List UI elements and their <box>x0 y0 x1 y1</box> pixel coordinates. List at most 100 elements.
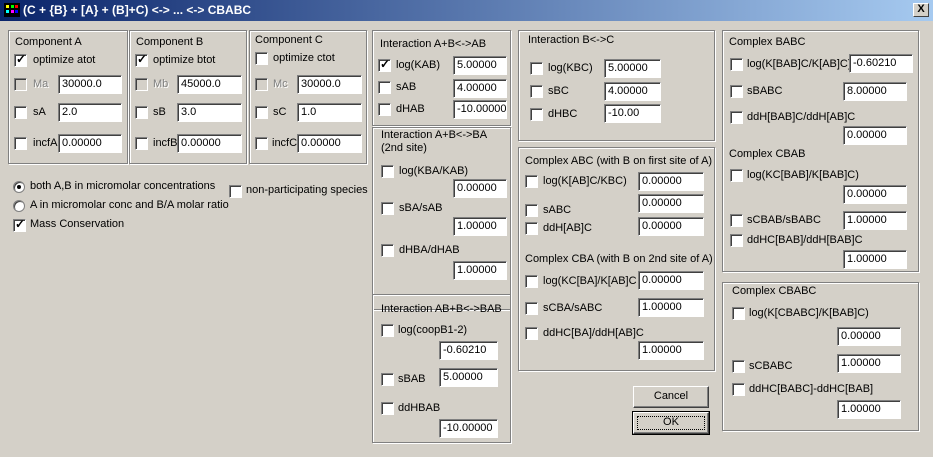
dhab-checkbox[interactable] <box>378 103 391 116</box>
logkab-input[interactable]: 5.00000 <box>453 56 507 75</box>
sabc-input[interactable]: 0.00000 <box>638 194 704 213</box>
complex-cbabc-title: Complex CBABC <box>732 285 817 297</box>
sbc-input[interactable]: 4.00000 <box>604 82 661 101</box>
coopb-input[interactable]: -0.60210 <box>439 341 498 360</box>
sbc-checkbox[interactable] <box>530 85 543 98</box>
sb-checkbox[interactable] <box>135 106 148 119</box>
molar-ratio-radio[interactable] <box>13 200 25 212</box>
sab-label: sAB <box>396 81 417 93</box>
ddhbabc-input[interactable]: 0.00000 <box>843 126 907 145</box>
incfb-input[interactable]: 0.00000 <box>177 134 242 153</box>
sba-label: sBA/sAB <box>399 202 443 214</box>
optimize-atot-checkbox[interactable] <box>14 52 27 67</box>
optimize-btot-checkbox[interactable] <box>135 52 148 67</box>
mc-checkbox[interactable] <box>255 78 268 91</box>
sbabc-checkbox[interactable] <box>730 85 743 98</box>
dhbc-input[interactable]: -10.00 <box>604 104 661 123</box>
ddhabc-checkbox[interactable] <box>525 222 538 235</box>
sb-label: sB <box>153 106 166 118</box>
logkcba-checkbox[interactable] <box>525 275 538 288</box>
scbabc-input[interactable]: 1.00000 <box>837 354 901 373</box>
logkcbab-input[interactable]: 0.00000 <box>843 185 907 204</box>
sba-checkbox[interactable] <box>381 202 394 215</box>
mass-conservation-checkbox[interactable] <box>13 217 26 232</box>
dhbc-checkbox[interactable] <box>530 108 543 121</box>
both-micromolar-radio[interactable] <box>13 181 25 193</box>
optimize-ctot-checkbox[interactable] <box>255 52 268 65</box>
complex-cbab-title: Complex CBAB <box>729 148 806 160</box>
ddhcbab-checkbox[interactable] <box>730 234 743 247</box>
logkbc-checkbox[interactable] <box>530 62 543 75</box>
logkcbab-checkbox[interactable] <box>730 169 743 182</box>
scbab-checkbox[interactable] <box>730 214 743 227</box>
logkbabc-label: log(K[BAB]C/K[AB]C) <box>747 58 852 70</box>
incfa-checkbox[interactable] <box>14 137 27 150</box>
mb-input[interactable]: 45000.0 <box>177 75 242 94</box>
cancel-button[interactable]: Cancel <box>633 386 709 408</box>
ddhabc-input[interactable]: 0.00000 <box>638 217 704 236</box>
dhba-input[interactable]: 1.00000 <box>453 261 507 280</box>
logkba-input[interactable]: 0.00000 <box>453 179 507 198</box>
ddhabc-label: ddH[AB]C <box>543 222 592 234</box>
close-icon[interactable]: X <box>913 3 929 17</box>
coopb-checkbox[interactable] <box>381 324 394 337</box>
ddhbab-checkbox[interactable] <box>381 402 394 415</box>
sa-checkbox[interactable] <box>14 106 27 119</box>
ma-input[interactable]: 30000.0 <box>58 75 122 94</box>
logkabc-checkbox[interactable] <box>525 175 538 188</box>
sabc-checkbox[interactable] <box>525 204 538 217</box>
dhab-input[interactable]: -10.00000 <box>453 100 507 119</box>
sc-label: sC <box>273 106 287 118</box>
sc-checkbox[interactable] <box>255 106 268 119</box>
logkcbabc-checkbox[interactable] <box>732 307 745 320</box>
scbabc-checkbox[interactable] <box>732 360 745 373</box>
sc-input[interactable]: 1.0 <box>297 103 362 122</box>
scbab-input[interactable]: 1.00000 <box>843 211 907 230</box>
incfc-label: incfC <box>272 137 298 149</box>
sbab-input[interactable]: 5.00000 <box>439 368 498 387</box>
logkba-checkbox[interactable] <box>381 165 394 178</box>
ok-button[interactable]: OK <box>632 411 710 435</box>
mb-checkbox[interactable] <box>135 78 148 91</box>
ddhcbab-label: ddHC[BAB]/ddH[BAB]C <box>747 234 863 246</box>
logkcbabc-input[interactable]: 0.00000 <box>837 327 901 346</box>
non-participating-checkbox[interactable] <box>229 185 242 198</box>
incfa-label: incfA <box>33 137 58 149</box>
incfc-checkbox[interactable] <box>255 137 268 150</box>
logkbabc-input[interactable]: -0.60210 <box>849 54 913 73</box>
sab-checkbox[interactable] <box>378 81 391 94</box>
both-micromolar-label: both A,B in micromolar concentrations <box>30 180 216 192</box>
sb-input[interactable]: 3.0 <box>177 103 242 122</box>
title-bar: (C + {B} + [A} + (B]+C) <-> ... <-> CBAB… <box>0 0 933 21</box>
logkcba-input[interactable]: 0.00000 <box>638 271 704 290</box>
ddhbab-input[interactable]: -10.00000 <box>439 419 498 438</box>
sbab-checkbox[interactable] <box>381 373 394 386</box>
complex-babc-title: Complex BABC <box>729 36 806 48</box>
ddhcbab-input[interactable]: 1.00000 <box>843 250 907 269</box>
scba-input[interactable]: 1.00000 <box>638 298 704 317</box>
interaction-bab-title: Interaction AB+B<->BAB <box>381 303 502 315</box>
sbabc-input[interactable]: 8.00000 <box>843 82 907 101</box>
sa-input[interactable]: 2.0 <box>58 103 122 122</box>
ddhcba-checkbox[interactable] <box>525 327 538 340</box>
mc-input[interactable]: 30000.0 <box>297 75 362 94</box>
mc-label: Mc <box>273 78 288 90</box>
ma-checkbox[interactable] <box>14 78 27 91</box>
logkbc-input[interactable]: 5.00000 <box>604 59 661 78</box>
ddhcbabc-checkbox[interactable] <box>732 383 745 396</box>
dhba-checkbox[interactable] <box>381 244 394 257</box>
logkbabc-checkbox[interactable] <box>730 58 743 71</box>
logkab-checkbox[interactable] <box>378 57 391 72</box>
coopb-label: log(coopB1-2) <box>398 324 468 336</box>
ddhcba-input[interactable]: 1.00000 <box>638 341 704 360</box>
sba-input[interactable]: 1.00000 <box>453 217 507 236</box>
logkabc-input[interactable]: 0.00000 <box>638 172 704 191</box>
incfb-checkbox[interactable] <box>135 137 148 150</box>
logkcba-label: log(KC[BA]/K[AB]C <box>543 275 637 287</box>
scba-checkbox[interactable] <box>525 302 538 315</box>
sab-input[interactable]: 4.00000 <box>453 79 507 98</box>
ddhcbabc-input[interactable]: 1.00000 <box>837 400 901 419</box>
incfc-input[interactable]: 0.00000 <box>297 134 362 153</box>
ddhbabc-checkbox[interactable] <box>730 111 743 124</box>
incfa-input[interactable]: 0.00000 <box>58 134 122 153</box>
